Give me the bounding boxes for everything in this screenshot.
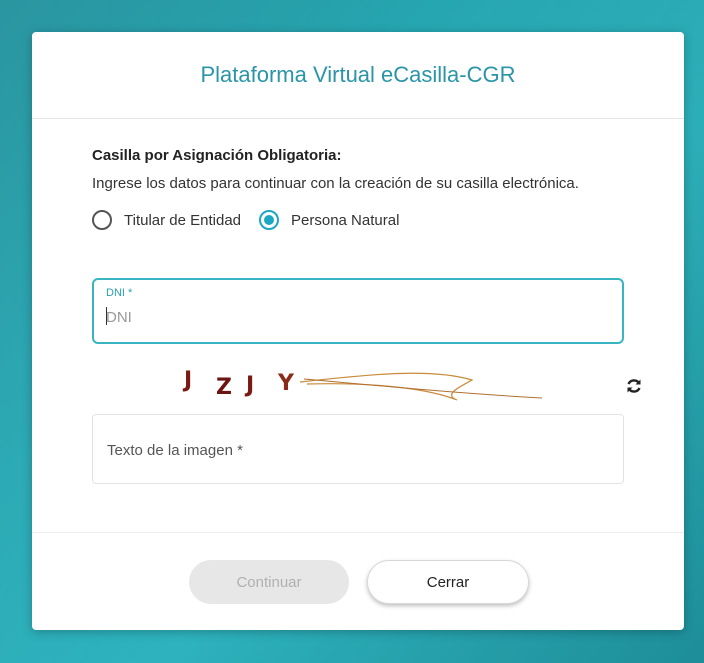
radio-group: Titular de Entidad Persona Natural	[92, 208, 624, 232]
section-description: Ingrese los datos para continuar con la …	[92, 175, 579, 192]
captcha-text-input[interactable]	[105, 437, 609, 463]
captcha-char: Y	[277, 371, 295, 396]
radio-label: Titular de Entidad	[124, 211, 242, 229]
dni-input[interactable]	[104, 306, 608, 328]
radio-persona-natural[interactable]: Persona Natural	[259, 210, 399, 230]
captcha-image: J Z J Y	[182, 368, 542, 401]
radio-titular-de-entidad[interactable]: Titular de Entidad	[92, 210, 241, 230]
section-title: Casilla por Asignación Obligatoria:	[92, 147, 342, 164]
refresh-icon[interactable]	[624, 376, 644, 396]
captcha-noise-line	[303, 378, 542, 399]
captcha-char: Z	[216, 375, 232, 400]
dni-label: DNI *	[106, 287, 133, 299]
dialog-title: Plataforma Virtual eCasilla-CGR	[200, 62, 516, 87]
continue-button[interactable]: Continuar	[189, 560, 349, 604]
page: { "dialog": { "title": "Plataforma Virtu…	[0, 0, 704, 663]
dialog-body: Casilla por Asignación Obligatoria: Ingr…	[92, 146, 624, 232]
dialog-header: Plataforma Virtual eCasilla-CGR	[32, 32, 684, 119]
captcha-char: J	[182, 368, 192, 393]
captcha-text-field[interactable]	[92, 414, 624, 484]
close-button[interactable]: Cerrar	[367, 560, 529, 604]
dialog: Plataforma Virtual eCasilla-CGR Casilla …	[32, 32, 684, 630]
radio-label: Persona Natural	[291, 211, 400, 229]
radio-unchecked-icon[interactable]	[92, 210, 112, 230]
footer-divider	[32, 532, 684, 533]
text-caret	[106, 307, 107, 325]
radio-checked-icon[interactable]	[259, 210, 280, 230]
captcha-row: J Z J Y	[92, 360, 641, 408]
dni-field[interactable]: DNI *	[92, 278, 624, 344]
captcha-char: J	[244, 373, 254, 398]
